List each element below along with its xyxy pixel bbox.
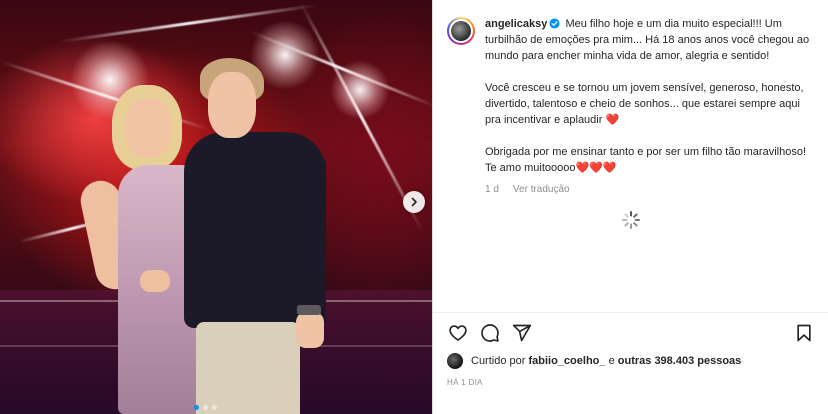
likes-count-link[interactable]: outras 398.403 pessoas — [618, 355, 742, 367]
carousel-dot — [212, 405, 217, 410]
woman-hand — [140, 270, 170, 292]
caption-paragraph-3: Obrigada por me ensinar tanto e por ser … — [485, 146, 809, 174]
liker-avatar[interactable] — [447, 353, 463, 369]
post-panel: angelicaksy Meu filho hoje e um dia muit… — [432, 0, 828, 414]
author-avatar[interactable] — [447, 17, 475, 45]
carousel-indicator — [194, 405, 217, 410]
share-icon — [512, 324, 532, 342]
wrist-watch — [297, 305, 321, 315]
carousel-dot — [194, 405, 199, 410]
man-face — [208, 72, 256, 138]
post-age: 1 d — [485, 184, 499, 195]
avatar-ring-inner — [449, 19, 473, 43]
woman-face — [125, 98, 171, 158]
save-button[interactable] — [793, 322, 815, 344]
like-button[interactable] — [447, 322, 469, 344]
man-hand — [296, 312, 324, 348]
carousel-next-button[interactable] — [403, 191, 425, 213]
likes-summary: Curtido por fabiio_coelho_ e outras 398.… — [447, 353, 741, 369]
comment-icon — [481, 324, 499, 342]
likes-prefix: Curtido por — [471, 355, 526, 367]
comment-button[interactable] — [479, 322, 501, 344]
caption-meta: 1 d Ver tradução — [485, 182, 815, 198]
section-divider — [433, 312, 828, 313]
share-button[interactable] — [511, 322, 533, 344]
likes-connector: e — [608, 355, 615, 367]
post-timestamp[interactable]: HÁ 1 DIA — [447, 378, 483, 387]
caption-paragraph-2: Você cresceu e se tornou um jovem sensív… — [485, 82, 807, 126]
author-username[interactable]: angelicaksy — [485, 18, 547, 30]
verified-badge-icon — [549, 18, 560, 29]
see-translation-link[interactable]: Ver tradução — [513, 182, 570, 198]
man-arm — [292, 150, 326, 320]
chevron-right-icon — [411, 197, 417, 207]
post-photo[interactable] — [0, 0, 432, 414]
carousel-dot — [203, 405, 208, 410]
liker-username[interactable]: fabiio_coelho_ — [528, 355, 605, 367]
heart-icon — [449, 325, 467, 341]
action-bar — [433, 318, 828, 348]
spinner-icon — [622, 211, 640, 229]
caption-text: angelicaksy Meu filho hoje e um dia muit… — [485, 16, 815, 312]
caption-section: angelicaksy Meu filho hoje e um dia muit… — [433, 0, 828, 312]
spotlight — [330, 60, 390, 120]
man-pants — [196, 322, 300, 414]
caption-paragraph-1: angelicaksy Meu filho hoje e um dia muit… — [485, 16, 815, 64]
bookmark-icon — [797, 324, 811, 342]
avatar-image — [451, 21, 471, 41]
